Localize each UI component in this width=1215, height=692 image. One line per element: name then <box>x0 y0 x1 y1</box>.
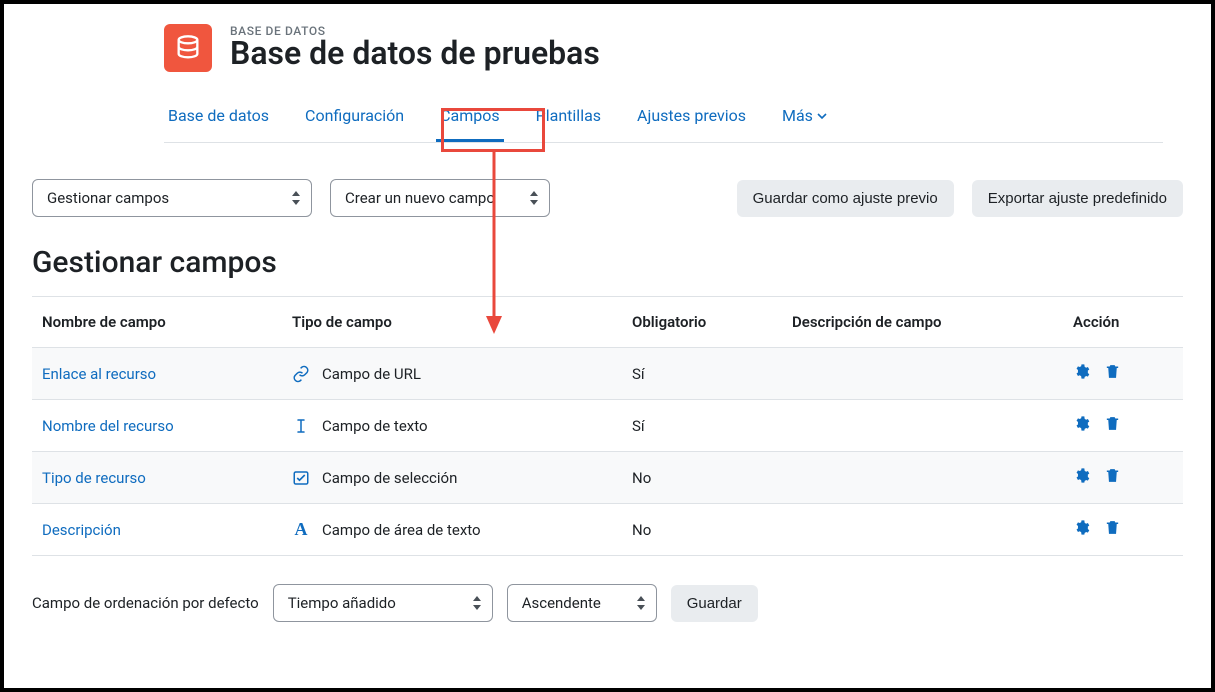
gear-icon[interactable] <box>1073 519 1090 540</box>
tab-campos[interactable]: Campos <box>436 96 504 142</box>
table-row: Tipo de recurso Campo de selección No <box>32 452 1183 504</box>
th-action: Acción <box>1063 297 1183 348</box>
th-required: Obligatorio <box>622 297 782 348</box>
select-value: Tiempo añadido <box>288 594 396 612</box>
field-required: Sí <box>622 348 782 400</box>
field-name-link[interactable]: Enlace al recurso <box>42 365 156 383</box>
th-name: Nombre de campo <box>32 297 282 348</box>
select-icon <box>292 469 310 487</box>
controls-row: Gestionar campos Crear un nuevo campo Gu… <box>32 179 1183 217</box>
field-type-label: Campo de URL <box>322 365 421 383</box>
tab-label: Campos <box>440 106 500 125</box>
table-row: Descripción A Campo de área de texto No <box>32 504 1183 556</box>
export-preset-button[interactable]: Exportar ajuste predefinido <box>972 180 1183 217</box>
gear-icon[interactable] <box>1073 467 1090 488</box>
gear-icon[interactable] <box>1073 415 1090 436</box>
text-icon <box>292 417 310 435</box>
gear-icon[interactable] <box>1073 363 1090 384</box>
field-desc <box>782 400 1063 452</box>
select-value: Ascendente <box>522 594 601 612</box>
section-title: Gestionar campos <box>32 245 1183 280</box>
create-field-select[interactable]: Crear un nuevo campo <box>330 179 550 217</box>
select-value: Gestionar campos <box>47 189 169 207</box>
database-icon <box>164 24 212 72</box>
field-required: No <box>622 504 782 556</box>
fields-table: Nombre de campo Tipo de campo Obligatori… <box>32 296 1183 556</box>
tab-configuracion[interactable]: Configuración <box>301 96 408 142</box>
tab-label: Ajustes previos <box>637 106 746 125</box>
tab-label: Configuración <box>305 106 404 125</box>
updown-icon <box>636 595 646 611</box>
url-icon <box>292 365 310 383</box>
trash-icon[interactable] <box>1104 519 1121 540</box>
save-sort-button[interactable]: Guardar <box>671 585 758 622</box>
updown-icon <box>291 190 301 206</box>
tab-label: Base de datos <box>168 106 269 125</box>
chevron-down-icon <box>817 111 827 121</box>
th-desc: Descripción de campo <box>782 297 1063 348</box>
updown-icon <box>472 595 482 611</box>
manage-fields-select[interactable]: Gestionar campos <box>32 179 312 217</box>
field-desc <box>782 348 1063 400</box>
field-required: No <box>622 452 782 504</box>
default-sort-row: Campo de ordenación por defecto Tiempo a… <box>32 584 1183 622</box>
tab-plantillas[interactable]: Plantillas <box>532 96 605 142</box>
table-row: Nombre del recurso Campo de texto Sí <box>32 400 1183 452</box>
field-desc <box>782 452 1063 504</box>
tab-bar: Base de datos Configuración Campos Plant… <box>164 82 1163 143</box>
sort-field-select[interactable]: Tiempo añadido <box>273 584 493 622</box>
th-type: Tipo de campo <box>282 297 622 348</box>
tab-ajustes-previos[interactable]: Ajustes previos <box>633 96 750 142</box>
trash-icon[interactable] <box>1104 415 1121 436</box>
field-type-label: Campo de selección <box>322 469 457 487</box>
field-name-link[interactable]: Tipo de recurso <box>42 469 146 487</box>
field-required: Sí <box>622 400 782 452</box>
page-title: Base de datos de pruebas <box>230 36 600 71</box>
tab-label: Más <box>782 106 813 125</box>
select-value: Crear un nuevo campo <box>345 189 495 207</box>
page-header: BASE DE DATOS Base de datos de pruebas <box>164 24 1183 72</box>
table-row: Enlace al recurso Campo de URL Sí <box>32 348 1183 400</box>
field-name-link[interactable]: Nombre del recurso <box>42 417 174 435</box>
field-type-label: Campo de área de texto <box>322 521 481 539</box>
field-type-label: Campo de texto <box>322 417 428 435</box>
tab-mas[interactable]: Más <box>778 96 831 142</box>
updown-icon <box>529 190 539 206</box>
field-desc <box>782 504 1063 556</box>
sort-label: Campo de ordenación por defecto <box>32 594 259 612</box>
save-as-preset-button[interactable]: Guardar como ajuste previo <box>737 180 954 217</box>
sort-direction-select[interactable]: Ascendente <box>507 584 657 622</box>
trash-icon[interactable] <box>1104 467 1121 488</box>
textarea-icon: A <box>292 521 310 539</box>
field-name-link[interactable]: Descripción <box>42 521 121 539</box>
tab-label: Plantillas <box>536 106 601 125</box>
tab-base-de-datos[interactable]: Base de datos <box>164 96 273 142</box>
trash-icon[interactable] <box>1104 363 1121 384</box>
